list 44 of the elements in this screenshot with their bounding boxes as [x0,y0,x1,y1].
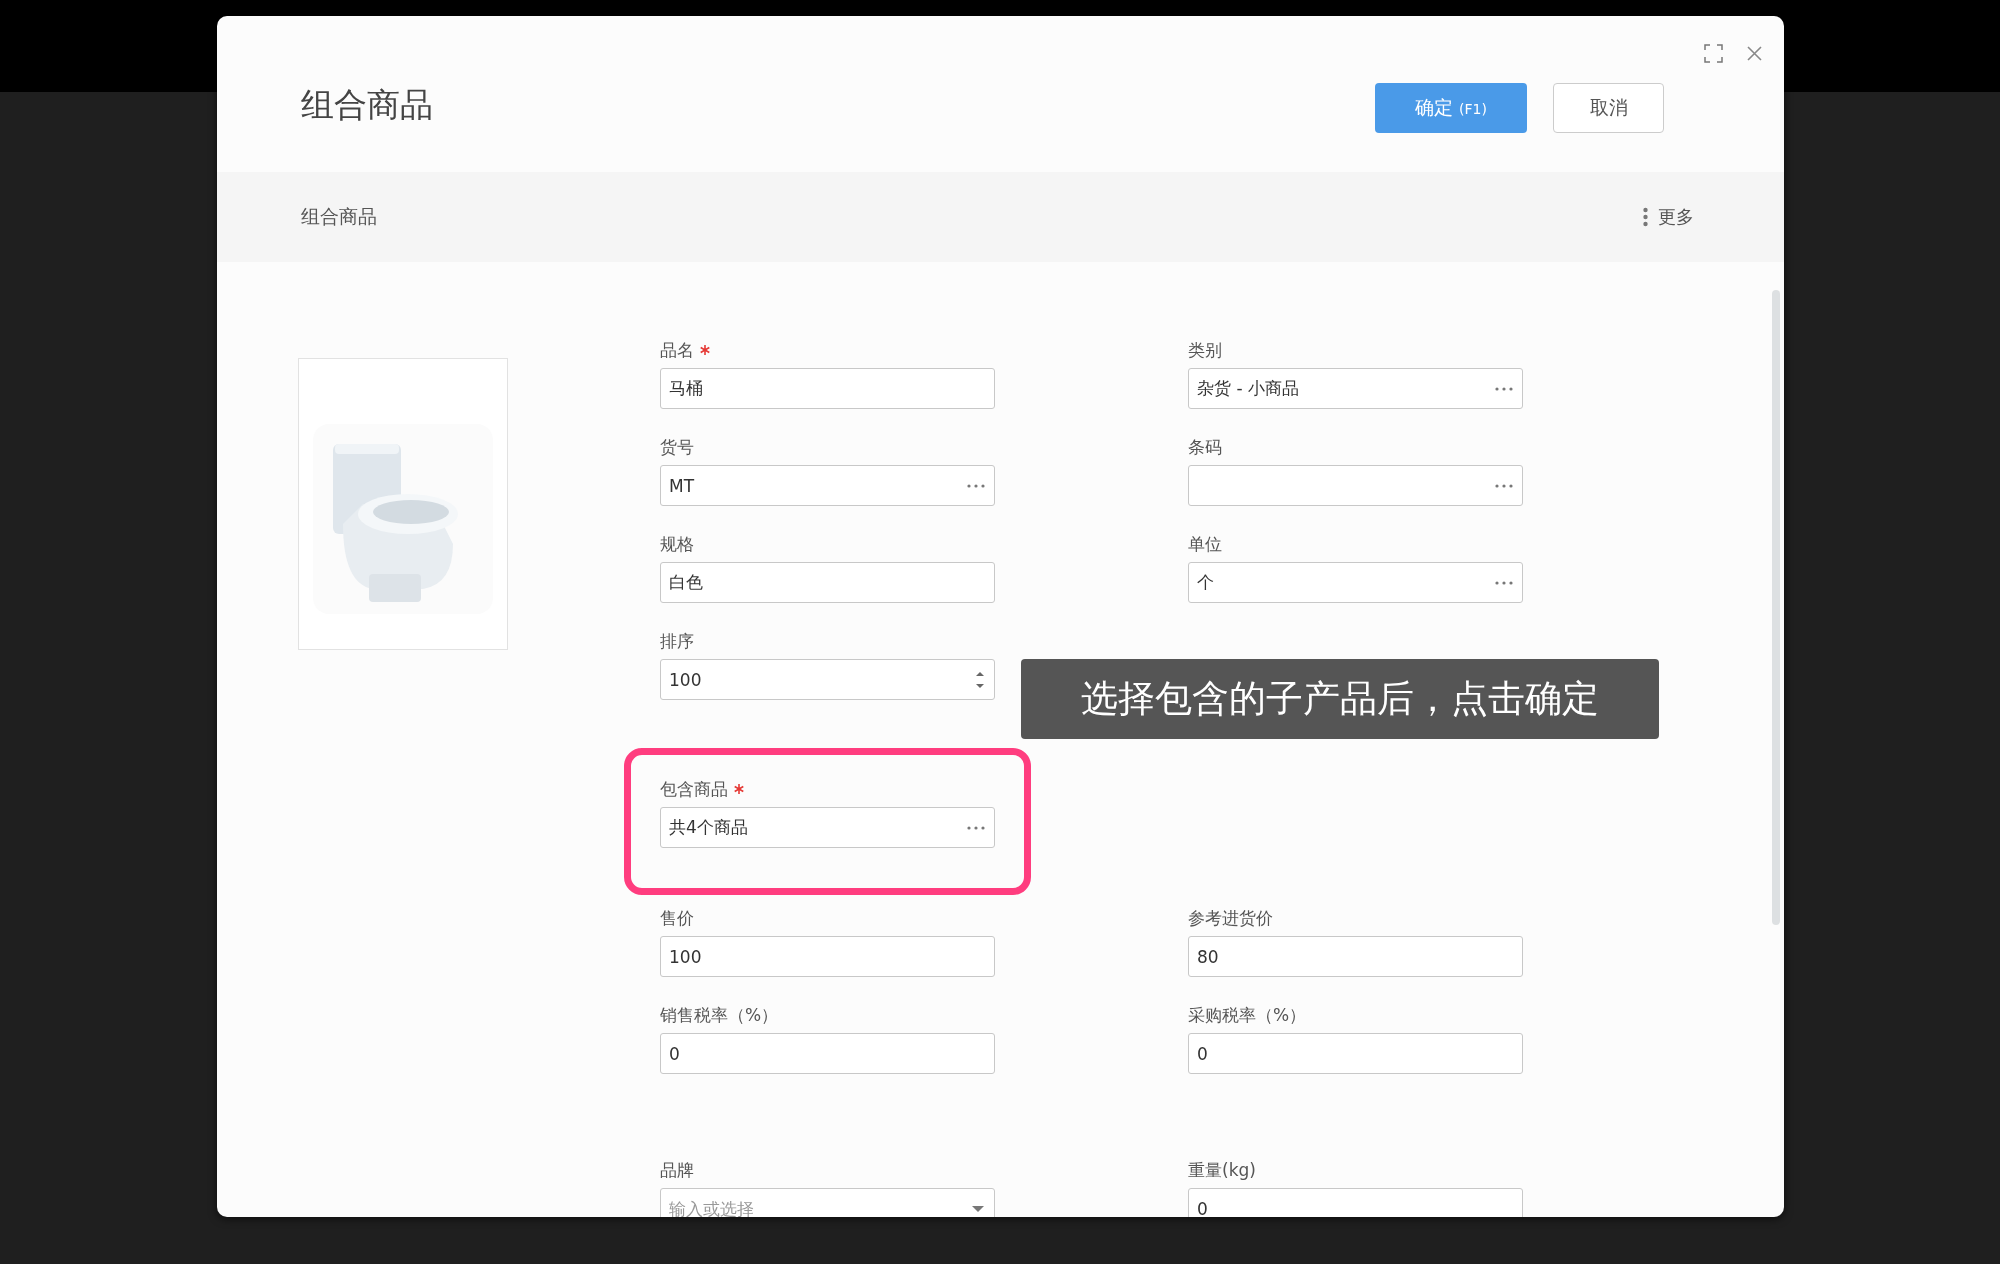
field-label: 重量(kg) [1188,1159,1256,1182]
dropdown-icon[interactable] [971,1204,985,1213]
more-button[interactable]: 更多 [1637,204,1700,230]
more-icon[interactable] [1495,580,1513,585]
kebab-icon [1643,207,1648,227]
input-field[interactable]: 杂货 - 小商品 [1188,368,1523,409]
scrollbar[interactable] [1772,290,1780,925]
field-label: 参考进货价 [1188,907,1273,930]
section-title: 组合商品 [301,204,378,229]
input-field[interactable]: 0 [1188,1033,1523,1074]
spinner-icon[interactable] [975,670,985,689]
field-label: 售价 [660,907,694,930]
input-field[interactable]: 共4个商品 [660,807,995,848]
field-label: 规格 [660,533,694,556]
input-field[interactable]: 输入或选择 [660,1188,995,1217]
callout-tooltip: 选择包含的子产品后，点击确定 [1021,659,1659,739]
field-label: 包含商品 [660,778,728,801]
input-field[interactable]: 100 [660,659,995,700]
input-field[interactable]: 0 [1188,1188,1523,1217]
more-icon[interactable] [967,483,985,488]
field-label: 销售税率（%） [660,1004,779,1027]
field-label: 货号 [660,436,694,459]
field-label: 采购税率（%） [1188,1004,1307,1027]
dialog-title: 组合商品 [301,85,434,125]
input-field[interactable]: 80 [1188,936,1523,977]
field-label: 单位 [1188,533,1222,556]
maximize-icon[interactable] [1704,44,1723,63]
more-icon[interactable] [1495,483,1513,488]
field-label: 条码 [1188,436,1222,459]
input-field[interactable]: 白色 [660,562,995,603]
input-field[interactable]: 100 [660,936,995,977]
input-field[interactable]: MT [660,465,995,506]
input-field[interactable]: 0 [660,1033,995,1074]
input-field[interactable] [1188,465,1523,506]
input-field[interactable]: 马桶 [660,368,995,409]
field-label: 排序 [660,630,694,653]
close-icon[interactable] [1747,46,1762,61]
field-label: 品牌 [660,1159,694,1182]
input-field[interactable]: 个 [1188,562,1523,603]
field-label: 类别 [1188,339,1222,362]
more-icon[interactable] [1495,386,1513,391]
field-label: 品名 [660,339,694,362]
more-icon[interactable] [967,825,985,830]
cancel-button[interactable]: 取消 [1553,83,1664,133]
